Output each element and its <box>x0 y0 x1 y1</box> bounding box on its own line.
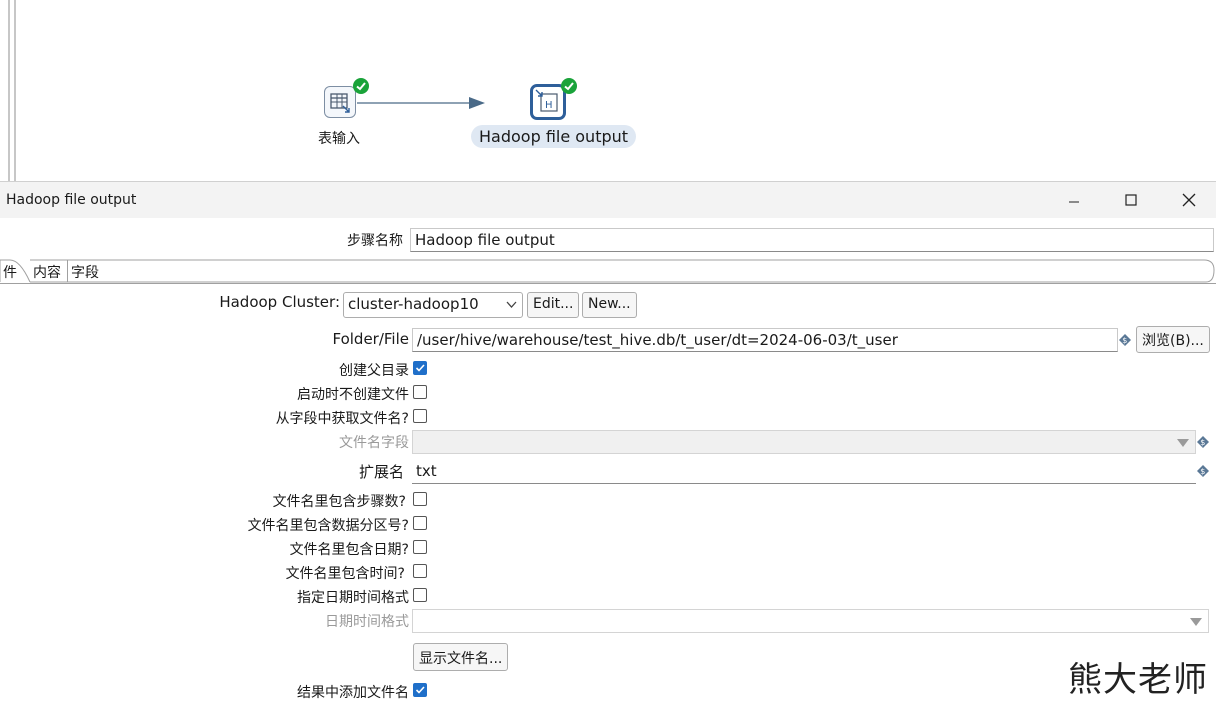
no-create-on-start-label: 启动时不创建文件 <box>297 387 409 403</box>
chevron-down-icon <box>1190 618 1202 626</box>
maximize-icon <box>1125 194 1137 206</box>
tab-content[interactable]: 内容 <box>30 260 64 282</box>
show-filename-button[interactable]: 显示文件名... <box>413 643 509 671</box>
tab-strip-outline <box>0 259 1215 283</box>
create-parent-label: 创建父目录 <box>339 363 409 379</box>
browse-button[interactable]: 浏览(B)... <box>1136 326 1210 353</box>
tab-panel-border <box>0 283 1216 284</box>
step-name-label: 步骤名称 <box>347 233 403 249</box>
node-label: 表输入 <box>318 131 360 147</box>
include-stepnr-checkbox[interactable] <box>413 492 427 506</box>
include-date-label: 文件名里包含日期? <box>289 542 409 558</box>
minimize-button[interactable] <box>1045 182 1103 218</box>
maximize-button[interactable] <box>1102 182 1160 218</box>
svg-text:$: $ <box>1200 467 1205 476</box>
node-label: Hadoop file output <box>471 125 637 148</box>
no-create-on-start-checkbox[interactable] <box>413 385 427 399</box>
new-cluster-button[interactable]: New... <box>582 292 637 318</box>
table-input-icon <box>330 93 350 113</box>
folder-file-input[interactable]: /user/hive/warehouse/test_hive.db/t_user… <box>412 328 1118 352</box>
specify-datetime-format-label: 指定日期时间格式 <box>297 590 409 606</box>
dialog-titlebar[interactable]: Hadoop file output <box>0 182 1216 218</box>
variable-icon[interactable]: $ <box>1197 465 1209 477</box>
canvas-divider <box>14 0 16 181</box>
table-input-step[interactable] <box>324 86 356 118</box>
close-button[interactable] <box>1160 182 1216 218</box>
hadoop-cluster-label: Hadoop Cluster: <box>219 293 340 311</box>
variable-icon[interactable]: $ <box>1119 334 1131 346</box>
check-icon <box>353 78 369 94</box>
edit-cluster-button[interactable]: Edit... <box>527 292 580 318</box>
step-name-input[interactable]: Hadoop file output <box>410 228 1214 252</box>
dialog-title: Hadoop file output <box>6 192 137 208</box>
filename-field-label: 文件名字段 <box>339 435 409 451</box>
hadoop-cluster-select[interactable]: cluster-hadoop10 <box>343 292 523 318</box>
hadoop-cluster-value: cluster-hadoop10 <box>348 295 479 313</box>
hadoop-file-output-dialog: Hadoop file output 步骤名称 Hadoop file outp… <box>0 181 1216 701</box>
extension-label: 扩展名 <box>358 463 404 481</box>
check-icon <box>561 78 577 94</box>
hadoop-output-icon: H <box>535 89 558 112</box>
svg-text:H: H <box>545 100 553 111</box>
specify-datetime-format-checkbox[interactable] <box>413 588 427 602</box>
chevron-down-icon <box>506 301 517 308</box>
filename-from-field-label: 从字段中获取文件名? <box>275 411 409 427</box>
extension-input[interactable]: txt <box>412 460 1196 484</box>
watermark: 熊大老师 <box>1068 660 1208 700</box>
include-partition-checkbox[interactable] <box>413 516 427 530</box>
datetime-format-label: 日期时间格式 <box>325 614 409 630</box>
add-to-result-label: 结果中添加文件名 <box>297 685 409 701</box>
svg-text:$: $ <box>1122 336 1127 345</box>
include-stepnr-label: 文件名里包含步骤数? <box>272 494 406 510</box>
tab-file[interactable]: 件 <box>0 260 20 282</box>
minimize-icon <box>1069 201 1079 203</box>
hop-arrow[interactable] <box>357 95 487 111</box>
close-icon <box>1182 193 1196 207</box>
datetime-format-select <box>412 609 1209 633</box>
include-date-checkbox[interactable] <box>413 540 427 554</box>
include-time-checkbox[interactable] <box>413 564 427 578</box>
filename-from-field-checkbox[interactable] <box>413 409 427 423</box>
filename-field-select <box>412 430 1196 454</box>
include-partition-label: 文件名里包含数据分区号? <box>247 518 409 534</box>
chevron-down-icon <box>1177 439 1189 447</box>
transformation-canvas[interactable]: 表输入 H Hadoop file output <box>0 0 1216 181</box>
include-time-label: 文件名里包含时间? <box>285 566 405 582</box>
checkmark-icon <box>415 686 425 694</box>
variable-icon[interactable]: $ <box>1197 436 1209 448</box>
folder-file-label: Folder/File <box>332 330 409 348</box>
canvas-divider <box>8 0 10 181</box>
add-to-result-checkbox[interactable] <box>413 683 427 697</box>
create-parent-checkbox[interactable] <box>413 361 427 375</box>
svg-text:$: $ <box>1200 438 1205 447</box>
checkmark-icon <box>415 364 425 372</box>
tab-fields[interactable]: 字段 <box>67 260 102 282</box>
